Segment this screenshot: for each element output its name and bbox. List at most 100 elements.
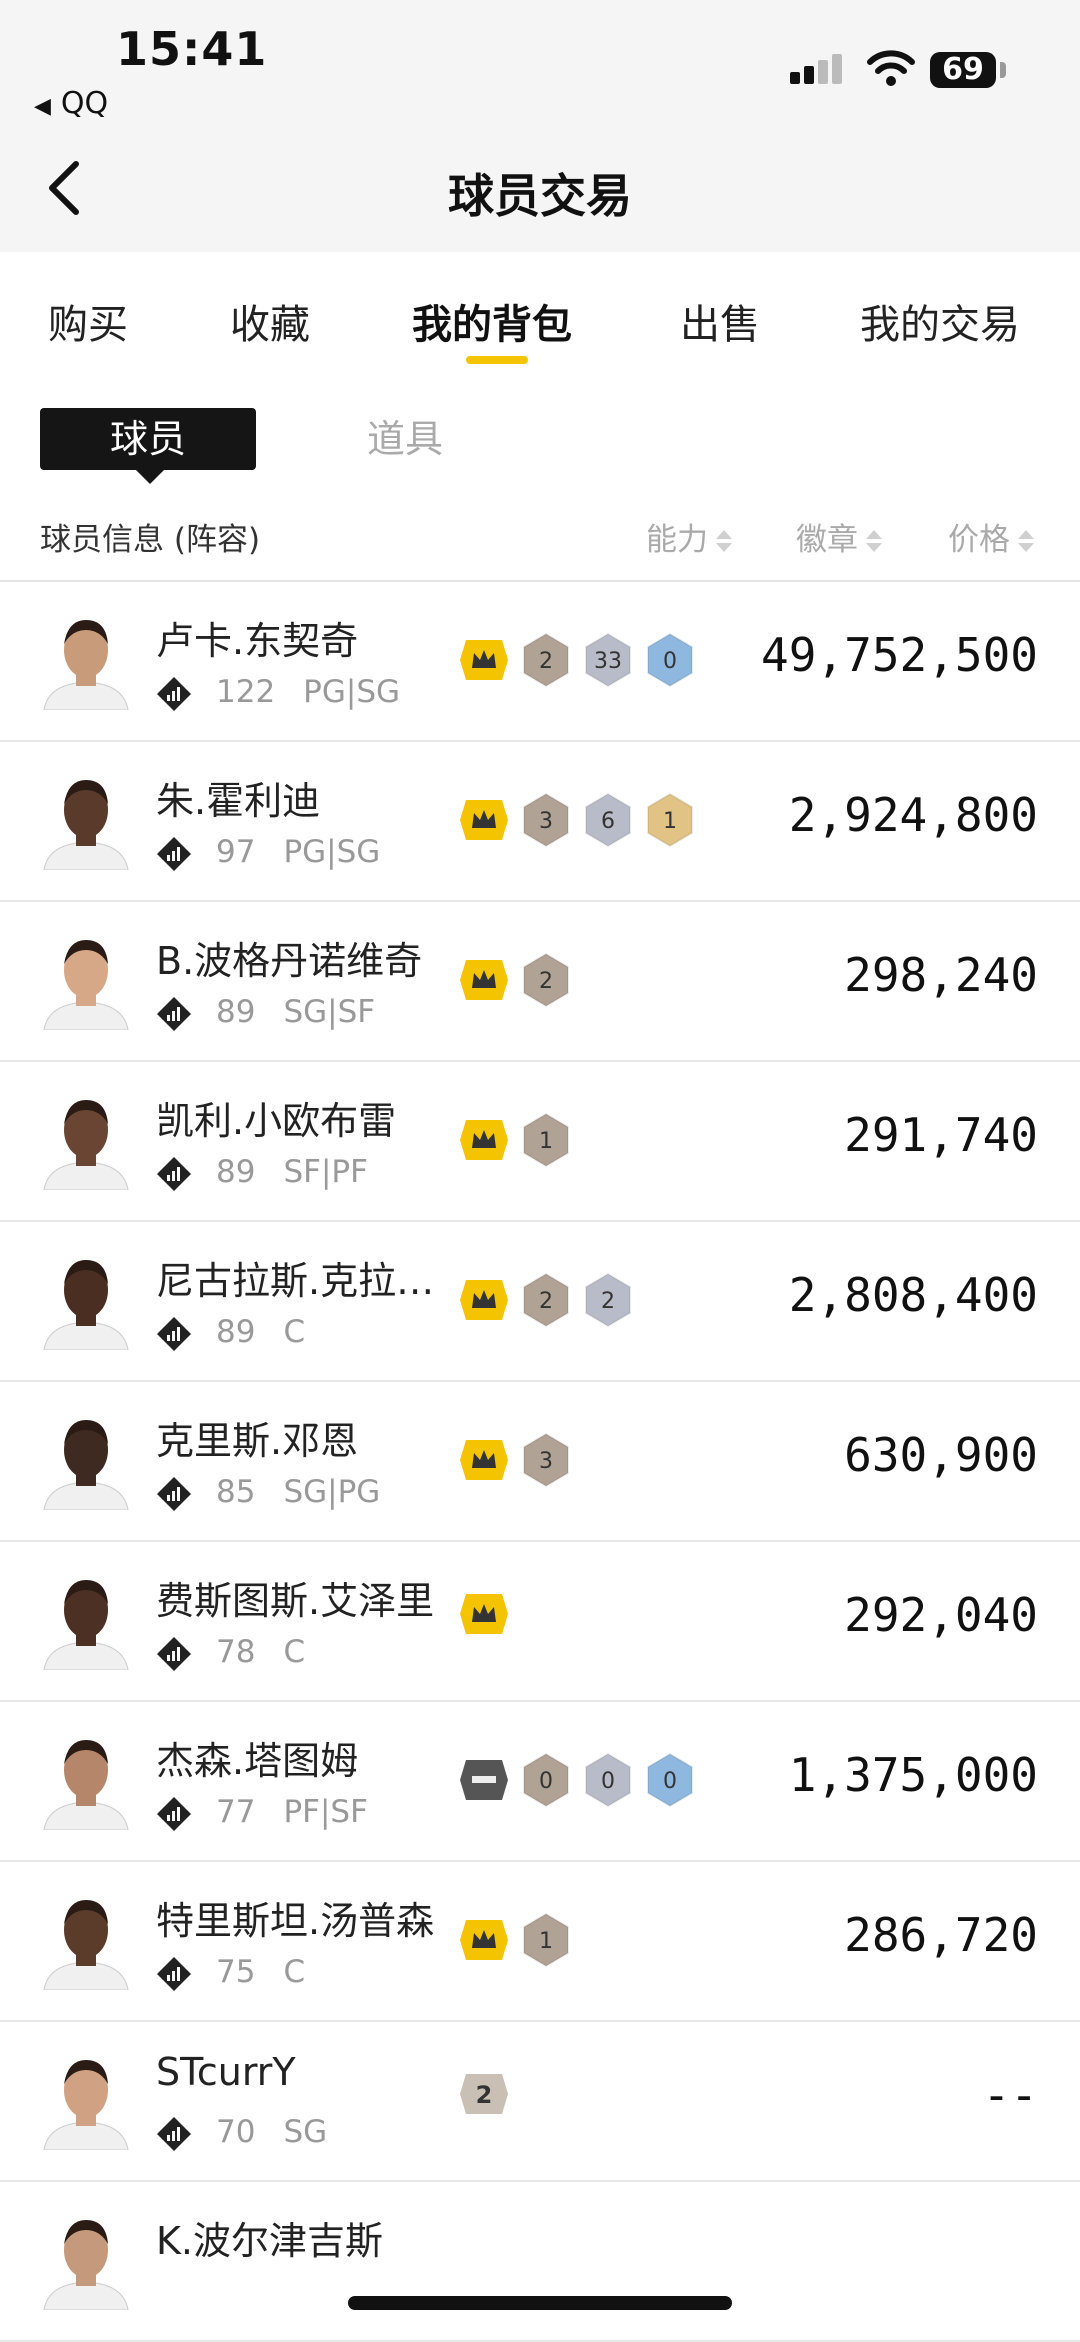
player-name: 克里斯.邓恩 — [156, 1419, 359, 1463]
sort-icon — [716, 529, 732, 554]
header-player-info: 球员信息 (阵容) — [40, 522, 261, 558]
player-name: 朱.霍利迪 — [156, 779, 321, 823]
player-stats: 89 SF|PF — [156, 1154, 368, 1192]
player-rating: 75 — [216, 1954, 256, 1990]
player-stats: 89 SG|SF — [156, 994, 375, 1032]
crown-badge-icon — [460, 960, 508, 1000]
player-name: 卢卡.东契奇 — [156, 619, 359, 663]
player-price: 2,808,400 — [788, 1268, 1038, 1322]
player-rating: 77 — [216, 1794, 256, 1830]
player-position: SG|SF — [283, 994, 376, 1030]
back-to-app-link[interactable]: ◀ QQ — [34, 86, 108, 121]
player-row[interactable]: 费斯图斯.艾泽里 78 C 292,040 — [0, 1542, 1080, 1702]
player-avatar — [43, 2060, 129, 2150]
player-stats: 78 C — [156, 1634, 305, 1672]
player-badges: 2 33 0 — [458, 632, 706, 688]
lineup-level-icon — [157, 1956, 191, 1991]
crown-badge-icon — [460, 1120, 508, 1160]
player-rating: 85 — [216, 1474, 256, 1510]
player-badges: 0 0 0 — [458, 1752, 706, 1808]
plain-badge-icon: 2 — [460, 2074, 508, 2114]
crown-badge-icon — [460, 1920, 508, 1960]
player-position: PG|SG — [303, 674, 401, 710]
sort-ability-button[interactable]: 能力 — [646, 514, 732, 559]
sort-icon — [1018, 529, 1034, 554]
bronze-badge-icon-value: 2 — [539, 1289, 553, 1314]
lineup-level-icon — [157, 1476, 191, 1511]
player-row[interactable]: 克里斯.邓恩 85 SG|PG 3 630,900 — [0, 1382, 1080, 1542]
silver-badge-icon: 33 — [585, 632, 631, 688]
player-row[interactable]: K.波尔津吉斯 — [0, 2182, 1080, 2342]
player-badges: 22 — [458, 1272, 644, 1328]
player-stats: 77 PF|SF — [156, 1794, 368, 1832]
gold-badge-icon-value: 1 — [663, 809, 677, 834]
player-price: 49,752,500 — [761, 628, 1038, 682]
player-stats: 70 SG — [156, 2114, 327, 2152]
bronze-badge-icon-value: 0 — [539, 1769, 553, 1794]
player-price: 2,924,800 — [788, 788, 1038, 842]
segment-items[interactable]: 道具 — [340, 408, 470, 470]
segment-players[interactable]: 球员 — [40, 408, 256, 484]
player-list: 卢卡.东契奇 122 PG|SG 2 33 0 49,752,500 朱.霍利迪 97 PG|SG… — [0, 582, 1080, 2342]
player-avatar — [43, 780, 129, 870]
tab-my-trades[interactable]: 我的交易 — [860, 292, 1020, 350]
signal-icon — [790, 52, 846, 84]
player-rating: 78 — [216, 1634, 256, 1670]
player-name: 特里斯坦.汤普森 — [156, 1899, 435, 1943]
crown-badge-icon — [460, 1440, 508, 1480]
player-row[interactable]: B.波格丹诺维奇 89 SG|SF 2 298,240 — [0, 902, 1080, 1062]
lineup-level-icon — [157, 996, 191, 1031]
player-avatar — [43, 2220, 129, 2310]
list-header: 球员信息 (阵容) 能力 徽章 价格 — [0, 504, 1080, 582]
silver-badge-icon: 0 — [585, 1752, 631, 1808]
blue-badge-icon-value: 0 — [663, 649, 677, 674]
player-row[interactable]: STcurrY 70 SG 2 -- — [0, 2022, 1080, 2182]
home-indicator[interactable] — [348, 2296, 732, 2310]
lineup-level-icon — [157, 836, 191, 871]
player-price: 1,375,000 — [788, 1748, 1038, 1802]
player-badges: 3 — [458, 1432, 582, 1488]
sort-price-button[interactable]: 价格 — [948, 514, 1034, 559]
player-row[interactable]: 朱.霍利迪 97 PG|SG 3 6 1 2,924,800 — [0, 742, 1080, 902]
bronze-badge-icon: 2 — [523, 632, 569, 688]
bronze-badge-icon: 2 — [523, 1272, 569, 1328]
player-row[interactable]: 凯利.小欧布雷 89 SF|PF 1 291,740 — [0, 1062, 1080, 1222]
player-name: B.波格丹诺维奇 — [156, 939, 423, 983]
player-badges: 2 — [458, 952, 582, 1008]
player-price: 298,240 — [844, 948, 1038, 1002]
lineup-level-icon — [157, 676, 191, 711]
header-price-label: 价格 — [948, 522, 1010, 558]
battery-nub — [1000, 62, 1006, 78]
player-stats: 75 C — [156, 1954, 305, 1992]
player-avatar — [43, 1420, 129, 1510]
lineup-level-icon — [157, 1636, 191, 1671]
bronze-badge-icon: 3 — [523, 1432, 569, 1488]
player-row[interactable]: 尼古拉斯.克拉克斯顿89C222,808,400 — [0, 1222, 1080, 1382]
tab-favorites[interactable]: 收藏 — [230, 292, 310, 350]
player-rating: 89 — [216, 1154, 256, 1190]
tab-sell[interactable]: 出售 — [680, 292, 760, 350]
blue-badge-icon: 0 — [647, 632, 693, 688]
player-rating: 89 — [216, 994, 256, 1030]
bronze-badge-icon-value: 2 — [539, 969, 553, 994]
player-stats: 89 C — [156, 1314, 305, 1352]
player-row[interactable]: 卢卡.东契奇 122 PG|SG 2 33 0 49,752,500 — [0, 582, 1080, 742]
player-row[interactable]: 杰森.塔图姆 77 PF|SF 0 0 0 1,375,000 — [0, 1702, 1080, 1862]
player-name: STcurrY — [156, 2050, 296, 2094]
tab-buy[interactable]: 购买 — [48, 292, 128, 350]
player-position: PG|SG — [283, 834, 381, 870]
player-row[interactable]: 特里斯坦.汤普森 75 C 1 286,720 — [0, 1862, 1080, 2022]
main-tabs: 购买 收藏 我的背包 出售 我的交易 — [0, 252, 1080, 372]
bronze-badge-icon: 0 — [523, 1752, 569, 1808]
bronze-badge-icon-value: 1 — [539, 1929, 553, 1954]
tab-my-backpack[interactable]: 我的背包 — [412, 292, 572, 350]
player-avatar — [43, 620, 129, 710]
player-price: 291,740 — [844, 1108, 1038, 1162]
player-price: -- — [982, 2068, 1038, 2122]
player-avatar — [43, 1100, 129, 1190]
sort-badge-button[interactable]: 徽章 — [796, 514, 882, 559]
player-name: 费斯图斯.艾泽里 — [156, 1579, 435, 1623]
player-rating: 97 — [216, 834, 256, 870]
active-tab-indicator — [466, 356, 528, 364]
blue-badge-icon-value: 0 — [663, 1769, 677, 1794]
